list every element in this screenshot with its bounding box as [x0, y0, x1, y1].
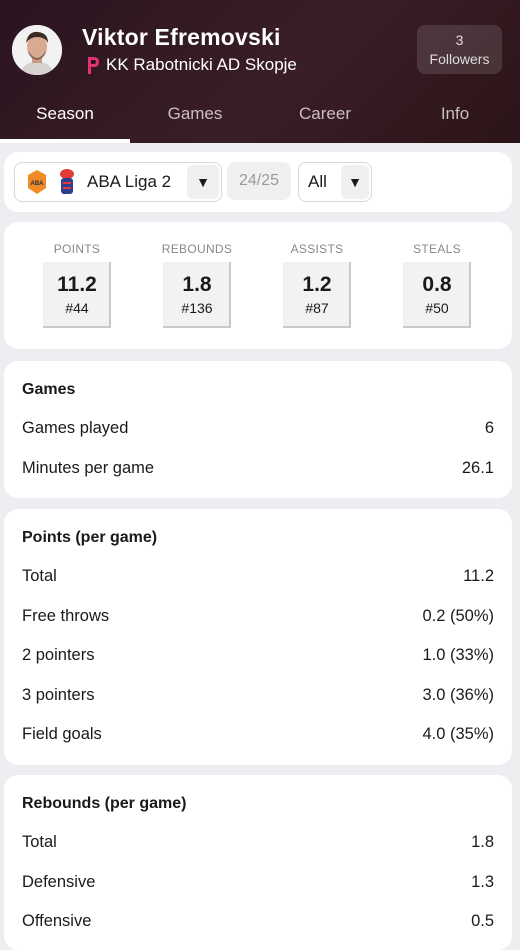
row-value: 26.1: [461, 458, 494, 477]
stat-row: Games played 6: [22, 409, 494, 449]
scope-value: All: [308, 172, 327, 191]
row-label: Offensive: [22, 912, 92, 931]
row-label: Defensive: [22, 872, 96, 891]
filter-bar: ABA ABA Liga 2 ▼ 24/25 All ▼: [4, 152, 512, 212]
games-section: Games Games played 6 Minutes per game 26…: [4, 361, 512, 498]
stat-row: Field goals 4.0 (35%): [22, 715, 494, 755]
tab-games[interactable]: Games: [130, 91, 260, 143]
tab-info[interactable]: Info: [390, 91, 520, 143]
row-value: 0.5: [471, 912, 494, 931]
followers-count: 3: [455, 32, 464, 48]
row-value: 1.0 (33%): [422, 646, 494, 665]
stat-label: ASSISTS: [290, 242, 344, 256]
stat-summary: POINTS 11.2 #44 REBOUNDS 1.8 #136 ASSIST…: [4, 222, 512, 349]
stat-box: 1.8 #136: [163, 262, 231, 328]
stat-rank: #44: [65, 300, 89, 316]
team-link[interactable]: KK Rabotnicki AD Skopje: [84, 55, 297, 75]
row-value: 11.2: [463, 567, 494, 585]
stat-value: 1.2: [302, 273, 332, 296]
row-value: 0.2 (50%): [422, 606, 494, 625]
stat-label: POINTS: [53, 242, 101, 256]
stat-steals: STEALS 0.8 #50: [392, 242, 482, 328]
row-value: 1.3: [471, 872, 494, 891]
stat-box: 1.2 #87: [283, 262, 351, 328]
followers-button[interactable]: 3 Followers: [417, 25, 502, 74]
row-value: 4.0 (35%): [422, 725, 494, 744]
tab-career[interactable]: Career: [260, 91, 390, 143]
section-title: Rebounds (per game): [22, 795, 187, 812]
points-section: Points (per game) Total 11.2 Free throws…: [4, 509, 512, 765]
rebounds-section: Rebounds (per game) Total 1.8 Defensive …: [4, 775, 512, 950]
stat-row: Free throws 0.2 (50%): [22, 597, 494, 637]
profile-tabs: Season Games Career Info: [0, 91, 520, 143]
row-label: Games played: [22, 419, 129, 437]
stat-rank: #136: [181, 300, 213, 316]
league-logo-icon: [60, 169, 74, 194]
row-label: 3 pointers: [22, 685, 95, 704]
stat-points: POINTS 11.2 #44: [32, 242, 122, 328]
stat-row: Total 1.8: [22, 823, 494, 863]
stat-rebounds: REBOUNDS 1.8 #136: [152, 242, 242, 328]
svg-text:ABA: ABA: [31, 181, 45, 187]
player-name: Viktor Efremovski: [82, 24, 281, 50]
section-title: Games: [22, 381, 76, 398]
stat-assists: ASSISTS 1.2 #87: [272, 242, 362, 328]
stat-value: 0.8: [422, 273, 452, 296]
stat-box: 0.8 #50: [403, 262, 471, 328]
stat-row: Defensive 1.3: [22, 863, 494, 903]
row-label: Field goals: [22, 725, 102, 744]
player-header: Viktor Efremovski KK Rabotnicki AD Skopj…: [0, 0, 520, 143]
tab-season[interactable]: Season: [0, 91, 130, 143]
stat-label: REBOUNDS: [161, 242, 233, 256]
stat-row: 3 pointers 3.0 (36%): [22, 676, 494, 716]
row-value: 6: [484, 419, 494, 437]
stat-row: Offensive 0.5: [22, 902, 494, 942]
stat-label: STEALS: [413, 242, 461, 256]
stat-value: 1.8: [182, 273, 212, 296]
league-select[interactable]: ABA ABA Liga 2 ▼: [14, 162, 222, 202]
team-name: KK Rabotnicki AD Skopje: [106, 55, 297, 74]
row-label: Total: [22, 567, 57, 585]
row-value: 1.8: [471, 833, 494, 851]
player-avatar: [12, 25, 62, 75]
aba-logo-icon: ABA: [28, 170, 46, 194]
chevron-down-icon[interactable]: ▼: [341, 165, 369, 199]
row-label: Total: [22, 833, 57, 851]
league-name: ABA Liga 2: [87, 172, 172, 191]
scope-select[interactable]: All ▼: [298, 162, 372, 202]
row-label: Free throws: [22, 606, 110, 625]
stat-box: 11.2 #44: [43, 262, 111, 328]
stat-row: Total 11.2: [22, 557, 494, 597]
chevron-down-icon[interactable]: ▼: [187, 165, 219, 199]
stat-rank: #87: [305, 300, 329, 316]
followers-label: Followers: [429, 51, 490, 67]
row-value: 3.0 (36%): [422, 685, 494, 704]
season-selector[interactable]: 24/25: [227, 162, 291, 200]
stat-row: Minutes per game 26.1: [22, 449, 494, 489]
stat-value: 11.2: [57, 273, 97, 296]
row-label: Minutes per game: [22, 458, 155, 477]
section-title: Points (per game): [22, 529, 158, 546]
row-label: 2 pointers: [22, 646, 95, 665]
stat-rank: #50: [425, 300, 449, 316]
team-logo-icon: [88, 57, 99, 74]
stat-row: 2 pointers 1.0 (33%): [22, 636, 494, 676]
